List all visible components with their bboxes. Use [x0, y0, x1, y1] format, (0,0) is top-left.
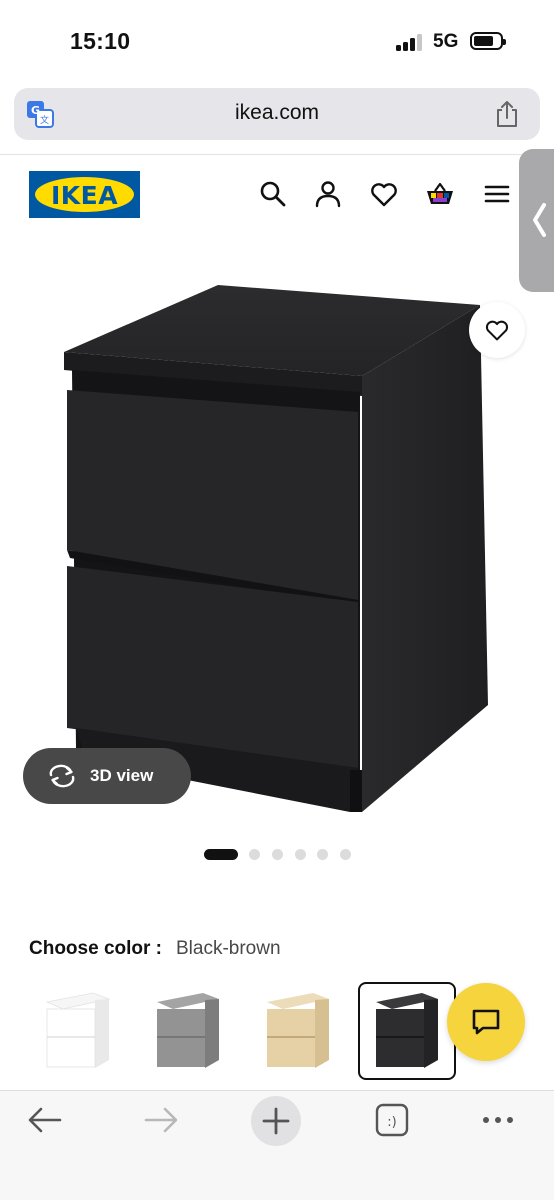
share-icon[interactable] — [494, 100, 520, 128]
color-option-birch[interactable] — [249, 982, 347, 1080]
pagination-dot[interactable] — [295, 849, 306, 860]
ikea-logo[interactable]: IKEA — [29, 171, 140, 218]
search-icon[interactable] — [258, 179, 288, 209]
chat-icon — [472, 1009, 500, 1035]
network-type: 5G — [433, 31, 459, 52]
header-divider — [0, 154, 554, 155]
nightstand-birch-thumbnail — [267, 993, 329, 1068]
3d-view-label: 3D view — [90, 766, 154, 785]
pagination-dot[interactable] — [272, 849, 283, 860]
rotate-icon — [49, 764, 75, 788]
pagination-dot[interactable] — [340, 849, 351, 860]
forward-arrow-icon[interactable] — [138, 1097, 184, 1143]
tabs-icon[interactable]: :) — [369, 1097, 415, 1143]
nightstand-white-thumbnail — [45, 992, 111, 1068]
heart-icon[interactable] — [369, 179, 399, 209]
user-icon[interactable] — [313, 179, 343, 209]
pagination-dot[interactable] — [317, 849, 328, 860]
pagination-dot[interactable] — [249, 849, 260, 860]
menu-icon[interactable] — [482, 179, 512, 209]
back-arrow-icon[interactable] — [22, 1097, 68, 1143]
basket-icon[interactable] — [425, 179, 455, 209]
new-tab-button[interactable] — [251, 1096, 301, 1146]
signal-icon — [396, 34, 426, 51]
status-bar: 15:10 5G — [0, 0, 554, 80]
battery-icon — [470, 32, 506, 50]
svg-text::): :) — [387, 1115, 396, 1130]
3d-view-button[interactable]: 3D view — [23, 748, 191, 804]
address-bar[interactable]: G 文 ikea.com — [14, 88, 540, 140]
color-option-white[interactable] — [29, 982, 127, 1080]
url-text[interactable]: ikea.com — [14, 101, 540, 125]
status-time: 15:10 — [70, 28, 131, 54]
choose-color-label: Choose color : — [29, 938, 163, 959]
chevron-left-icon — [533, 203, 546, 237]
color-option-grey[interactable] — [139, 982, 237, 1080]
chat-button[interactable] — [447, 983, 525, 1061]
heart-icon — [485, 320, 509, 341]
selected-color-value: Black-brown — [176, 938, 281, 959]
add-to-wishlist-button[interactable] — [469, 302, 525, 358]
more-icon[interactable] — [475, 1097, 521, 1143]
color-option-black-brown[interactable] — [358, 982, 456, 1080]
nightstand-grey-thumbnail — [157, 993, 219, 1068]
pagination-dot[interactable] — [204, 849, 238, 860]
product-image[interactable] — [0, 260, 554, 830]
plus-icon — [262, 1107, 290, 1135]
nightstand-black-brown-thumbnail — [376, 993, 438, 1068]
